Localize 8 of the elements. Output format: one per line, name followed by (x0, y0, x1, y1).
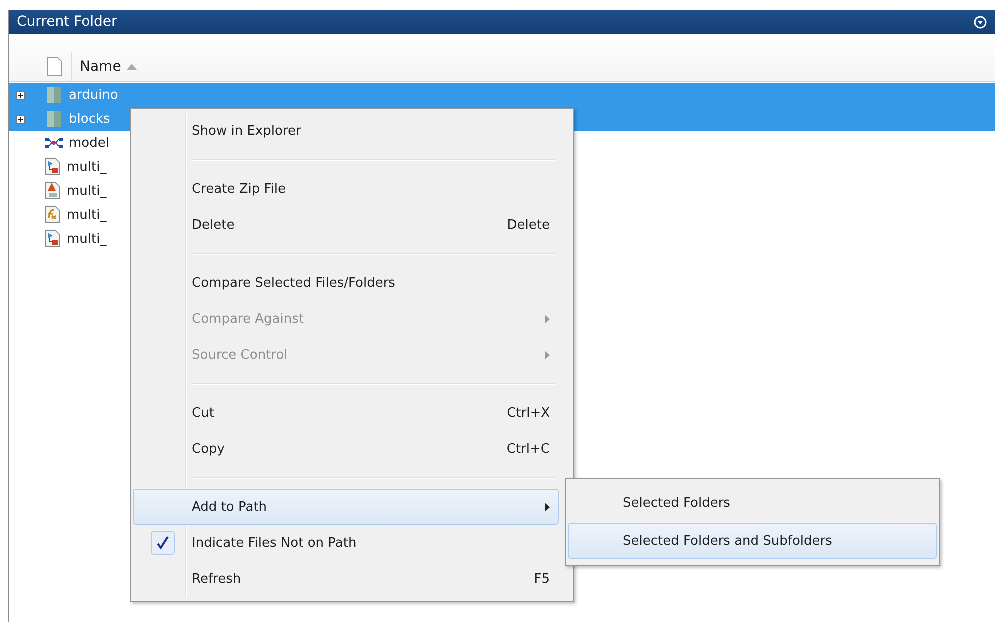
file-name: multi_ (67, 232, 107, 246)
file-name: multi_ (67, 184, 107, 198)
file-name: arduino (69, 88, 118, 102)
file-name: blocks (69, 112, 110, 126)
file-name: multi_ (67, 208, 107, 222)
file-name: model (69, 136, 110, 150)
file-name: multi_ (67, 160, 107, 174)
panel-title: Current Folder (17, 14, 118, 30)
